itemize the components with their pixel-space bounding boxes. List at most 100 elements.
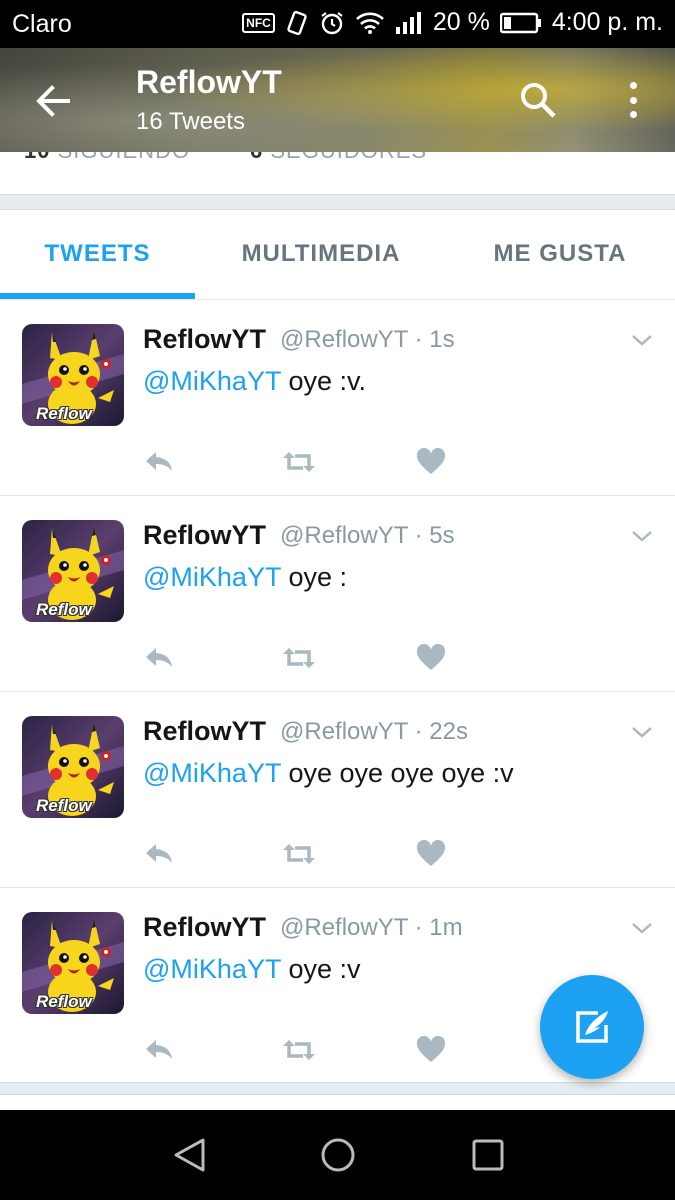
reply-button[interactable] (143, 840, 175, 868)
tweet-body: oye oye oye oye :v (280, 758, 514, 788)
tweet-mention[interactable]: @MiKhaYT (143, 954, 281, 984)
reply-icon (146, 648, 172, 667)
circle-home-icon (321, 1138, 355, 1172)
nav-recents-button[interactable] (468, 1135, 508, 1175)
like-button[interactable] (416, 643, 448, 672)
back-button[interactable] (30, 78, 76, 124)
tab-me-gusta[interactable]: ME GUSTA (470, 240, 650, 268)
avatar[interactable]: Reflow (22, 324, 124, 426)
more-options-button[interactable] (618, 78, 648, 122)
battery-percent: 20 % (432, 8, 490, 36)
tweet-body: oye : (280, 562, 347, 592)
tweet-author-name[interactable]: ReflowYT (143, 520, 266, 551)
retweet-icon (283, 844, 315, 864)
tweet-options-button[interactable] (630, 724, 654, 740)
tweet-item[interactable]: Reflow ReflowYT @ReflowYT · 5s @MiKhaYT … (0, 496, 675, 692)
like-button[interactable] (416, 1035, 448, 1064)
status-bar: Claro NFC 20 % 4:00 p. m. (0, 0, 675, 48)
square-recents-icon (472, 1139, 504, 1171)
tweet-item[interactable]: Reflow ReflowYT @ReflowYT · 1s @MiKhaYT … (0, 300, 675, 496)
tweet-options-button[interactable] (630, 332, 654, 348)
avatar-label: Reflow (36, 796, 92, 815)
followers-stat[interactable]: 6 SEGUIDORES (250, 152, 427, 164)
tweet-mention[interactable]: @MiKhaYT (143, 366, 281, 396)
tweet-text: @MiKhaYT oye oye oye oye :v (143, 758, 514, 789)
search-button[interactable] (518, 80, 558, 120)
battery-icon (499, 12, 542, 34)
profile-tabs: TWEETS MULTIMEDIA ME GUSTA (0, 210, 675, 300)
more-vert-icon (629, 82, 637, 89)
active-tab-indicator (0, 293, 195, 299)
following-stat[interactable]: 10 SIGUIENDO (24, 152, 190, 164)
tab-tweets[interactable]: TWEETS (0, 240, 195, 268)
avatar-label: Reflow (36, 404, 92, 423)
tweet-handle-time: @ReflowYT · 5s (280, 522, 455, 549)
arrow-left-icon (36, 85, 70, 117)
like-button[interactable] (416, 839, 448, 868)
retweet-icon (283, 648, 315, 668)
tweet-text: @MiKhaYT oye :v. (143, 366, 366, 397)
tweet-handle-time: @ReflowYT · 1m (280, 914, 463, 941)
compose-icon (576, 1011, 608, 1043)
like-button[interactable] (416, 447, 448, 476)
avatar[interactable]: Reflow (22, 520, 124, 622)
clock-time: 4:00 p. m. (551, 8, 663, 36)
profile-stats: 10 SIGUIENDO 6 SEGUIDORES (0, 152, 675, 194)
chevron-down-icon (632, 923, 652, 934)
tweet-handle-time: @ReflowYT · 22s (280, 718, 468, 745)
tweet-author-name[interactable]: ReflowYT (143, 912, 266, 943)
chevron-down-icon (632, 335, 652, 346)
signal-icon (395, 11, 423, 35)
retweet-icon (283, 1040, 315, 1060)
retweet-button[interactable] (281, 840, 315, 868)
heart-icon (416, 839, 446, 866)
tweet-mention[interactable]: @MiKhaYT (143, 758, 281, 788)
system-nav-bar (0, 1110, 675, 1200)
list-divider (0, 1082, 675, 1112)
avatar[interactable]: Reflow (22, 716, 124, 818)
retweet-button[interactable] (281, 1036, 315, 1064)
avatar-label: Reflow (36, 992, 92, 1011)
alarm-icon (319, 10, 345, 36)
tweet-item[interactable]: Reflow ReflowYT @ReflowYT · 22s @MiKhaYT… (0, 692, 675, 888)
reply-button[interactable] (143, 1036, 175, 1064)
vibrate-icon (285, 10, 309, 36)
retweet-button[interactable] (281, 448, 315, 476)
more-dot (629, 96, 637, 104)
search-icon (521, 83, 556, 118)
compose-tweet-button[interactable] (540, 975, 644, 1079)
more-dot (629, 111, 637, 118)
reply-icon (146, 844, 172, 863)
section-divider (0, 194, 675, 210)
nfc-icon: NFC (242, 12, 275, 33)
nav-back-button[interactable] (170, 1135, 210, 1175)
tab-multimedia[interactable]: MULTIMEDIA (222, 240, 420, 268)
avatar-label: Reflow (36, 600, 92, 619)
tweet-text: @MiKhaYT oye : (143, 562, 347, 593)
tweet-mention[interactable]: @MiKhaYT (143, 562, 281, 592)
tweet-author-name[interactable]: ReflowYT (143, 324, 266, 355)
tweet-author-name[interactable]: ReflowYT (143, 716, 266, 747)
status-icons: NFC 20 % 4:00 p. m. (242, 8, 663, 37)
profile-header: ReflowYT 16 Tweets (0, 48, 675, 152)
wifi-icon (355, 11, 385, 35)
heart-icon (416, 447, 446, 474)
chevron-down-icon (632, 727, 652, 738)
tweet-handle-time: @ReflowYT · 1s (280, 326, 455, 353)
retweet-icon (283, 452, 315, 472)
heart-icon (416, 1035, 446, 1062)
reply-button[interactable] (143, 448, 175, 476)
tweet-options-button[interactable] (630, 920, 654, 936)
reply-button[interactable] (143, 644, 175, 672)
nav-home-button[interactable] (318, 1135, 358, 1175)
reply-icon (146, 1040, 172, 1059)
reply-icon (146, 452, 172, 471)
carrier-name: Claro (12, 10, 72, 38)
tweet-options-button[interactable] (630, 528, 654, 544)
heart-icon (416, 643, 446, 670)
avatar[interactable]: Reflow (22, 912, 124, 1014)
triangle-back-icon (174, 1138, 205, 1172)
retweet-button[interactable] (281, 644, 315, 672)
page-title: ReflowYT (136, 64, 282, 100)
tweet-body: oye :v (280, 954, 361, 984)
